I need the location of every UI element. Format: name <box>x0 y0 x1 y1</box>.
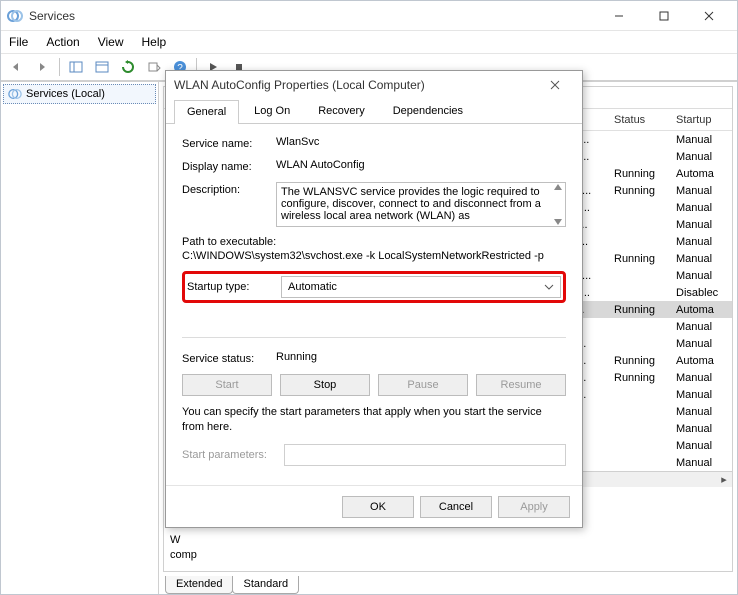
dialog-title: WLAN AutoConfig Properties (Local Comput… <box>174 78 536 92</box>
menu-help[interactable]: Help <box>140 33 169 51</box>
tab-standard[interactable]: Standard <box>232 576 299 594</box>
chevron-down-icon <box>544 284 554 290</box>
export-button[interactable] <box>142 56 166 78</box>
startup-highlight: Startup type: Automatic <box>182 271 566 303</box>
tree-node-services-local[interactable]: Services (Local) <box>3 84 156 104</box>
resume-button[interactable]: Resume <box>476 374 566 396</box>
tab-logon[interactable]: Log On <box>241 99 303 123</box>
apply-button[interactable]: Apply <box>498 496 570 518</box>
titlebar: Services <box>1 1 737 31</box>
window-title: Services <box>29 9 596 23</box>
pause-button[interactable]: Pause <box>378 374 468 396</box>
value-service-name: WlanSvc <box>276 136 566 148</box>
start-parameters-input[interactable] <box>284 444 566 466</box>
label-service-name: Service name: <box>182 136 276 150</box>
show-hide-button[interactable] <box>64 56 88 78</box>
services-icon <box>7 8 23 24</box>
properties-button[interactable] <box>90 56 114 78</box>
cancel-button[interactable]: Cancel <box>420 496 492 518</box>
bottom-tabs: Extended Standard <box>163 572 733 594</box>
properties-dialog: WLAN AutoConfig Properties (Local Comput… <box>165 70 583 528</box>
tree-node-label: Services (Local) <box>26 88 105 100</box>
minimize-button[interactable] <box>596 2 641 30</box>
col-startup[interactable]: Startup <box>670 114 732 126</box>
scroll-down-icon[interactable] <box>553 218 563 226</box>
ok-button[interactable]: OK <box>342 496 414 518</box>
label-path: Path to executable: <box>182 236 566 248</box>
hint-text: You can specify the start parameters tha… <box>182 405 566 435</box>
tab-dependencies[interactable]: Dependencies <box>380 99 476 123</box>
back-button[interactable] <box>5 56 29 78</box>
value-display-name: WLAN AutoConfig <box>276 159 566 171</box>
label-service-status: Service status: <box>182 351 276 365</box>
dialog-tabs: General Log On Recovery Dependencies <box>166 99 582 124</box>
col-status[interactable]: Status <box>608 114 670 126</box>
menubar: File Action View Help <box>1 31 737 54</box>
label-startup-type: Startup type: <box>187 281 281 293</box>
menu-file[interactable]: File <box>7 33 30 51</box>
startup-type-select[interactable]: Automatic <box>281 276 561 298</box>
startup-type-value: Automatic <box>288 281 337 293</box>
label-description: Description: <box>182 182 276 196</box>
menu-action[interactable]: Action <box>44 33 81 51</box>
stop-button[interactable]: Stop <box>280 374 370 396</box>
label-start-parameters: Start parameters: <box>182 449 276 461</box>
services-icon <box>8 87 22 101</box>
menu-view[interactable]: View <box>96 33 126 51</box>
description-box[interactable]: The WLANSVC service provides the logic r… <box>276 182 566 227</box>
dialog-body: Service name: WlanSvc Display name: WLAN… <box>166 124 582 485</box>
tree-pane: Services (Local) <box>1 82 159 594</box>
tab-general[interactable]: General <box>174 100 239 124</box>
dialog-close-button[interactable] <box>536 72 574 98</box>
value-service-status: Running <box>276 351 566 363</box>
scroll-up-icon[interactable] <box>553 183 563 191</box>
refresh-button[interactable] <box>116 56 140 78</box>
tab-recovery[interactable]: Recovery <box>305 99 377 123</box>
value-description: The WLANSVC service provides the logic r… <box>281 186 541 222</box>
value-path: C:\WINDOWS\system32\svchost.exe -k Local… <box>182 250 566 262</box>
dialog-footer: OK Cancel Apply <box>166 485 582 527</box>
start-button[interactable]: Start <box>182 374 272 396</box>
tab-extended[interactable]: Extended <box>165 576 233 594</box>
close-button[interactable] <box>686 2 731 30</box>
maximize-button[interactable] <box>641 2 686 30</box>
scroll-right-icon[interactable]: ▸ <box>716 473 732 487</box>
label-display-name: Display name: <box>182 159 276 173</box>
dialog-titlebar: WLAN AutoConfig Properties (Local Comput… <box>166 71 582 99</box>
forward-button[interactable] <box>31 56 55 78</box>
